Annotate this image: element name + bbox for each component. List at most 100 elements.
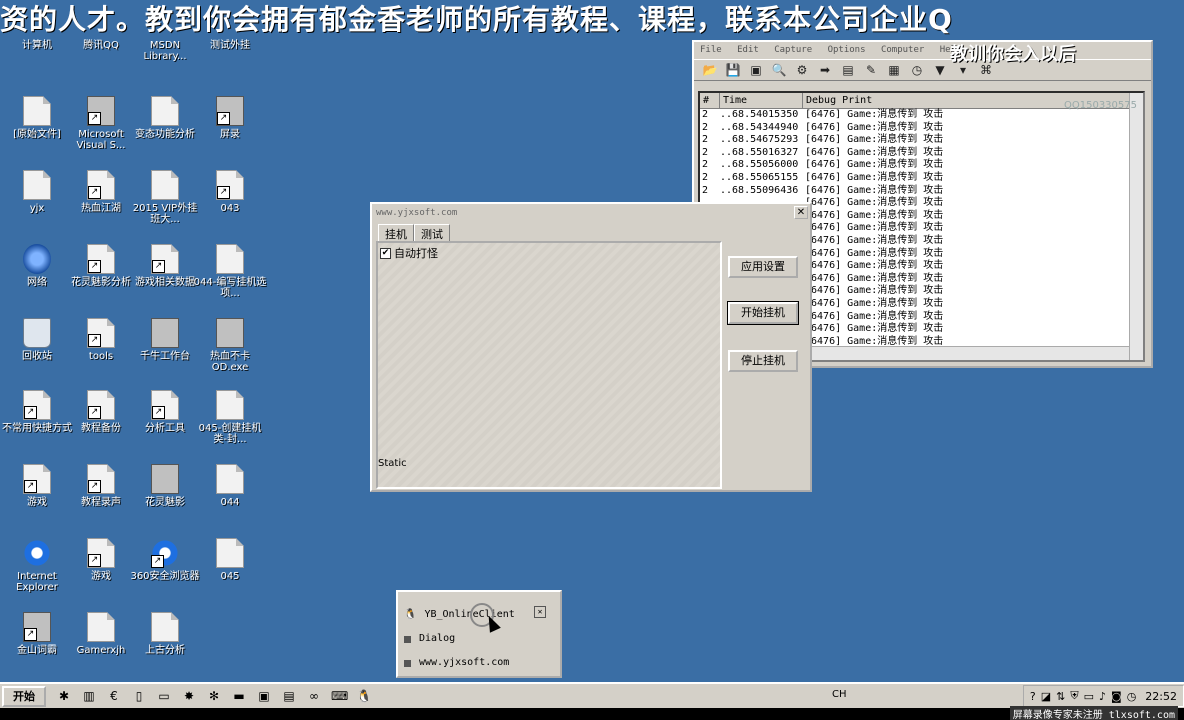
desktop-icon[interactable]: 分析工具: [128, 390, 202, 434]
close-icon[interactable]: ✕: [534, 606, 546, 618]
desktop-icon-label: MSDN Library...: [143, 40, 187, 62]
highlight-icon[interactable]: ▦: [886, 62, 902, 78]
desktop-icon[interactable]: 045-创建挂机类-封...: [193, 390, 267, 445]
desktop-icon[interactable]: 测试外挂: [193, 40, 267, 51]
desktop-icon[interactable]: 计算机: [0, 40, 74, 51]
menu-options[interactable]: Options: [828, 45, 866, 55]
tray-app-icon[interactable]: ◪: [1041, 690, 1051, 703]
desktop-icon[interactable]: 043: [193, 170, 267, 214]
desktop-icon[interactable]: Microsoft Visual S...: [64, 96, 138, 151]
clock[interactable]: 22:52: [1145, 690, 1177, 703]
network-icon[interactable]: ⇅: [1056, 690, 1065, 703]
find-icon[interactable]: 🔍: [771, 62, 787, 78]
desktop-icon[interactable]: 游戏: [0, 464, 74, 508]
start-button[interactable]: 开始: [2, 685, 46, 707]
security-icon[interactable]: ⛨: [1070, 689, 1078, 703]
desktop-icon[interactable]: Gamerxjh: [64, 612, 138, 656]
start-hangup-button[interactable]: 开始挂机: [727, 301, 799, 325]
edit-filter-icon[interactable]: ✎: [863, 62, 879, 78]
save-as-icon[interactable]: ▣: [748, 62, 764, 78]
bot-dialog[interactable]: www.yjxsoft.com ✕ 挂机 测试 ✔ 自动打怪 Static 应用…: [370, 202, 812, 492]
auto-attack-checkbox[interactable]: ✔ 自动打怪: [380, 245, 438, 261]
desktop-icon[interactable]: 屏录: [193, 96, 267, 140]
desktop-icon-label: 千牛工作台: [140, 351, 190, 362]
app-icon[interactable]: ▤: [281, 688, 297, 704]
monitor-icon[interactable]: ▬: [231, 688, 247, 704]
gear-icon[interactable]: ✻: [206, 688, 222, 704]
help-icon[interactable]: ?: [1030, 690, 1036, 703]
currency-icon[interactable]: €: [106, 688, 122, 704]
popup-item-dialog[interactable]: Dialog: [404, 628, 455, 650]
table-row[interactable]: 2 ..68.54675293 [6476] Game:消息传到 攻击: [700, 134, 1143, 147]
keyboard-icon[interactable]: ⌨: [331, 688, 348, 704]
clock-icon[interactable]: ◷: [1127, 690, 1137, 703]
desktop-icon[interactable]: 360安全浏览器: [128, 538, 202, 582]
desktop-icon[interactable]: 花灵魅影: [128, 464, 202, 508]
desktop-icon-label: 教程录声: [81, 497, 121, 508]
speaker-icon[interactable]: ♪: [1099, 690, 1106, 703]
desktop-icon[interactable]: 教程备份: [64, 390, 138, 434]
document-icon[interactable]: ▯: [131, 688, 147, 704]
table-row[interactable]: 2 ..68.55016327 [6476] Game:消息传到 攻击: [700, 147, 1143, 160]
capture-icon[interactable]: ⚙: [794, 62, 810, 78]
qq-icon[interactable]: 🐧: [356, 688, 372, 704]
apply-settings-button[interactable]: 应用设置: [728, 256, 798, 278]
open-icon[interactable]: 📂: [702, 62, 718, 78]
close-button[interactable]: ✕: [794, 206, 808, 219]
folder-icon[interactable]: ▭: [156, 688, 172, 704]
arrow-right-icon[interactable]: ➡: [817, 62, 833, 78]
filter-icon[interactable]: ▼: [932, 62, 948, 78]
desktop-icon[interactable]: tools: [64, 318, 138, 362]
desktop-icon[interactable]: 金山词霸: [0, 612, 74, 656]
desktop-icon[interactable]: 网络: [0, 244, 74, 288]
tray-icon[interactable]: ◙: [1111, 690, 1122, 703]
desktop-icon[interactable]: 不常用快捷方式: [0, 390, 74, 434]
vertical-scrollbar[interactable]: [1129, 93, 1143, 360]
table-row[interactable]: 2 ..68.54344940 [6476] Game:消息传到 攻击: [700, 122, 1143, 135]
desktop-icon[interactable]: 热血不卡OD.exe: [193, 318, 267, 373]
desktop-icon[interactable]: 变态功能分析: [128, 96, 202, 140]
language-indicator[interactable]: CH: [832, 689, 847, 700]
col-index[interactable]: #: [700, 93, 720, 108]
col-time[interactable]: Time: [720, 93, 803, 108]
desktop-icon[interactable]: 千牛工作台: [128, 318, 202, 362]
desktop-icon[interactable]: 热血江湖: [64, 170, 138, 214]
desktop-icon[interactable]: 教程录声: [64, 464, 138, 508]
cell-n: 2: [702, 184, 709, 196]
table-row[interactable]: 2 ..68.55065155 [6476] Game:消息传到 攻击: [700, 172, 1143, 185]
save-icon[interactable]: 💾: [725, 62, 741, 78]
infinity-icon[interactable]: ∞: [306, 688, 322, 704]
chart-icon[interactable]: ▥: [81, 688, 97, 704]
desktop-icon-label: Internet Explorer: [16, 571, 58, 593]
desktop-icon[interactable]: Internet Explorer: [0, 538, 74, 593]
desktop-icon[interactable]: 045: [193, 538, 267, 582]
desktop-icon-label: 测试外挂: [210, 40, 250, 51]
menu-capture[interactable]: Capture: [774, 45, 812, 55]
scroll-icon[interactable]: ▤: [840, 62, 856, 78]
clock-icon[interactable]: ◷: [909, 62, 925, 78]
bug-icon[interactable]: ✸: [181, 688, 197, 704]
window-icon[interactable]: ▣: [256, 688, 272, 704]
table-row[interactable]: 2 ..68.55096436 [6476] Game:消息传到 攻击: [700, 185, 1143, 198]
desktop-icon[interactable]: 腾讯QQ: [64, 40, 138, 51]
stop-hangup-button[interactable]: 停止挂机: [728, 350, 798, 372]
desktop-icon[interactable]: 044-编写挂机选项...: [193, 244, 267, 299]
desktop-icon[interactable]: 上古分析: [128, 612, 202, 656]
desktop-icon[interactable]: yjx: [0, 170, 74, 214]
desktop-icon[interactable]: MSDN Library...: [128, 40, 202, 62]
desktop-icon[interactable]: 2015 VIP外挂班大...: [128, 170, 202, 225]
menu-computer[interactable]: Computer: [881, 45, 924, 55]
tool-icon[interactable]: ✱: [56, 688, 72, 704]
popup-item-yjxsoft[interactable]: www.yjxsoft.com: [404, 652, 509, 674]
desktop-icon[interactable]: 回收站: [0, 318, 74, 362]
desktop-icon[interactable]: 游戏: [64, 538, 138, 582]
menu-edit[interactable]: Edit: [737, 45, 759, 55]
desktop-icon[interactable]: [原始文件]: [0, 96, 74, 140]
checkbox-box[interactable]: ✔: [380, 247, 391, 259]
menu-file[interactable]: File: [700, 45, 722, 55]
desktop-icon[interactable]: 花灵魅影分析: [64, 244, 138, 288]
table-row[interactable]: 2 ..68.55056000 [6476] Game:消息传到 攻击: [700, 159, 1143, 172]
monitor-icon[interactable]: ▭: [1084, 690, 1094, 703]
desktop-icon[interactable]: 游戏相关数据: [128, 244, 202, 288]
desktop-icon[interactable]: 044: [193, 464, 267, 508]
